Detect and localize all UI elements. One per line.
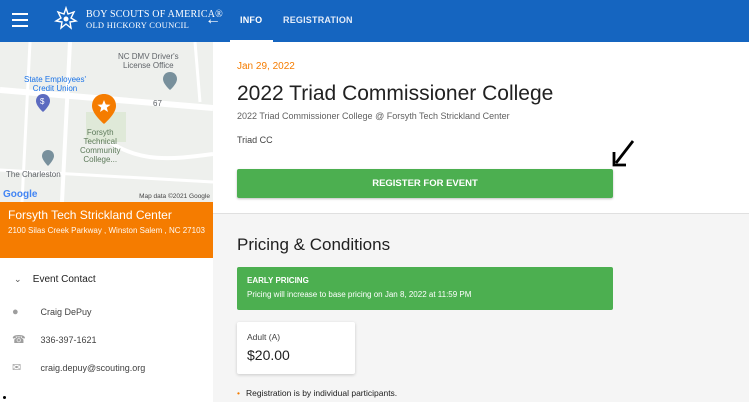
bullet-icon: • — [237, 388, 240, 398]
bsa-logo-icon — [54, 6, 78, 30]
event-title: 2022 Triad Commissioner College — [237, 82, 554, 105]
event-main-content: Jan 29, 2022 2022 Triad Commissioner Col… — [213, 42, 749, 402]
map-label-charleston: The Charleston — [6, 170, 61, 179]
location-name: Forsyth Tech Strickland Center — [8, 208, 172, 222]
event-code: Triad CC — [237, 135, 273, 145]
registration-note: • Registration is by individual participa… — [237, 388, 397, 398]
location-card: Forsyth Tech Strickland Center 2100 Sila… — [0, 202, 213, 258]
svg-text:$: $ — [40, 97, 45, 106]
annotation-arrow-icon — [612, 140, 635, 167]
bank-pin-icon: $ — [36, 94, 50, 112]
early-pricing-heading: EARLY PRICING — [247, 276, 309, 285]
map-road-number: 67 — [153, 99, 162, 108]
person-icon: ● — [12, 306, 19, 318]
early-pricing-banner: EARLY PRICING Pricing will increase to b… — [237, 267, 613, 310]
contact-email-row[interactable]: ✉ craig.depuy@scouting.org — [12, 361, 145, 374]
event-contact-header[interactable]: ⌄ Event Contact — [14, 274, 96, 285]
event-subtitle: 2022 Triad Commissioner College @ Forsyt… — [237, 111, 510, 121]
contact-phone[interactable]: 336-397-1621 — [41, 335, 97, 345]
map-label-credit-union: State Employees' Credit Union — [24, 75, 87, 93]
location-pin-icon — [92, 94, 116, 124]
price-card-adult: Adult (A) $20.00 — [237, 322, 355, 374]
pricing-section-title: Pricing & Conditions — [237, 235, 391, 254]
google-logo: Google — [3, 189, 38, 200]
contact-phone-row[interactable]: ☎ 336-397-1621 — [12, 333, 97, 346]
price-amount: $20.00 — [247, 347, 290, 363]
event-date: Jan 29, 2022 — [237, 61, 295, 72]
contact-email[interactable]: craig.depuy@scouting.org — [41, 363, 146, 373]
map-label-dmv: NC DMV Driver's License Office — [118, 52, 179, 70]
registration-note-text: Registration is by individual participan… — [245, 388, 398, 398]
contact-name-row: ● Craig DePuy — [12, 306, 92, 318]
event-contact-panel: ⌄ Event Contact ● Craig DePuy ☎ 336-397-… — [0, 258, 213, 402]
council-brand[interactable]: BOY SCOUTS OF AMERICA® OLD HICKORY COUNC… — [86, 9, 223, 31]
phone-icon: ☎ — [12, 334, 26, 346]
menu-icon[interactable] — [12, 13, 28, 27]
contact-name: Craig DePuy — [40, 307, 92, 317]
brand-line-2: OLD HICKORY COUNCIL — [86, 20, 190, 30]
map-credit: Map data ©2021 Google — [139, 193, 210, 200]
place-pin-icon — [42, 150, 54, 166]
early-pricing-text: Pricing will increase to base pricing on… — [247, 290, 472, 299]
location-map[interactable]: NC DMV Driver's License Office State Emp… — [0, 42, 213, 202]
map-label-forsyth: Forsyth Technical Community College... — [80, 128, 121, 164]
chevron-down-icon: ⌄ — [14, 274, 22, 284]
tab-registration[interactable]: REGISTRATION — [283, 15, 353, 25]
event-contact-heading: Event Contact — [32, 274, 96, 285]
location-address: 2100 Silas Creek Parkway , Winston Salem… — [8, 226, 205, 235]
tab-info[interactable]: INFO — [240, 15, 262, 25]
brand-line-1: BOY SCOUTS OF AMERICA® — [86, 9, 223, 20]
top-app-bar: BOY SCOUTS OF AMERICA® OLD HICKORY COUNC… — [0, 0, 749, 42]
price-label: Adult (A) — [247, 332, 281, 342]
email-icon: ✉ — [12, 362, 22, 374]
poi-pin-icon — [163, 72, 177, 90]
register-for-event-button[interactable]: REGISTER FOR EVENT — [237, 169, 613, 198]
stray-dot — [3, 396, 6, 399]
event-header-card: Jan 29, 2022 2022 Triad Commissioner Col… — [213, 42, 749, 214]
back-arrow-icon[interactable]: ← — [205, 12, 221, 28]
